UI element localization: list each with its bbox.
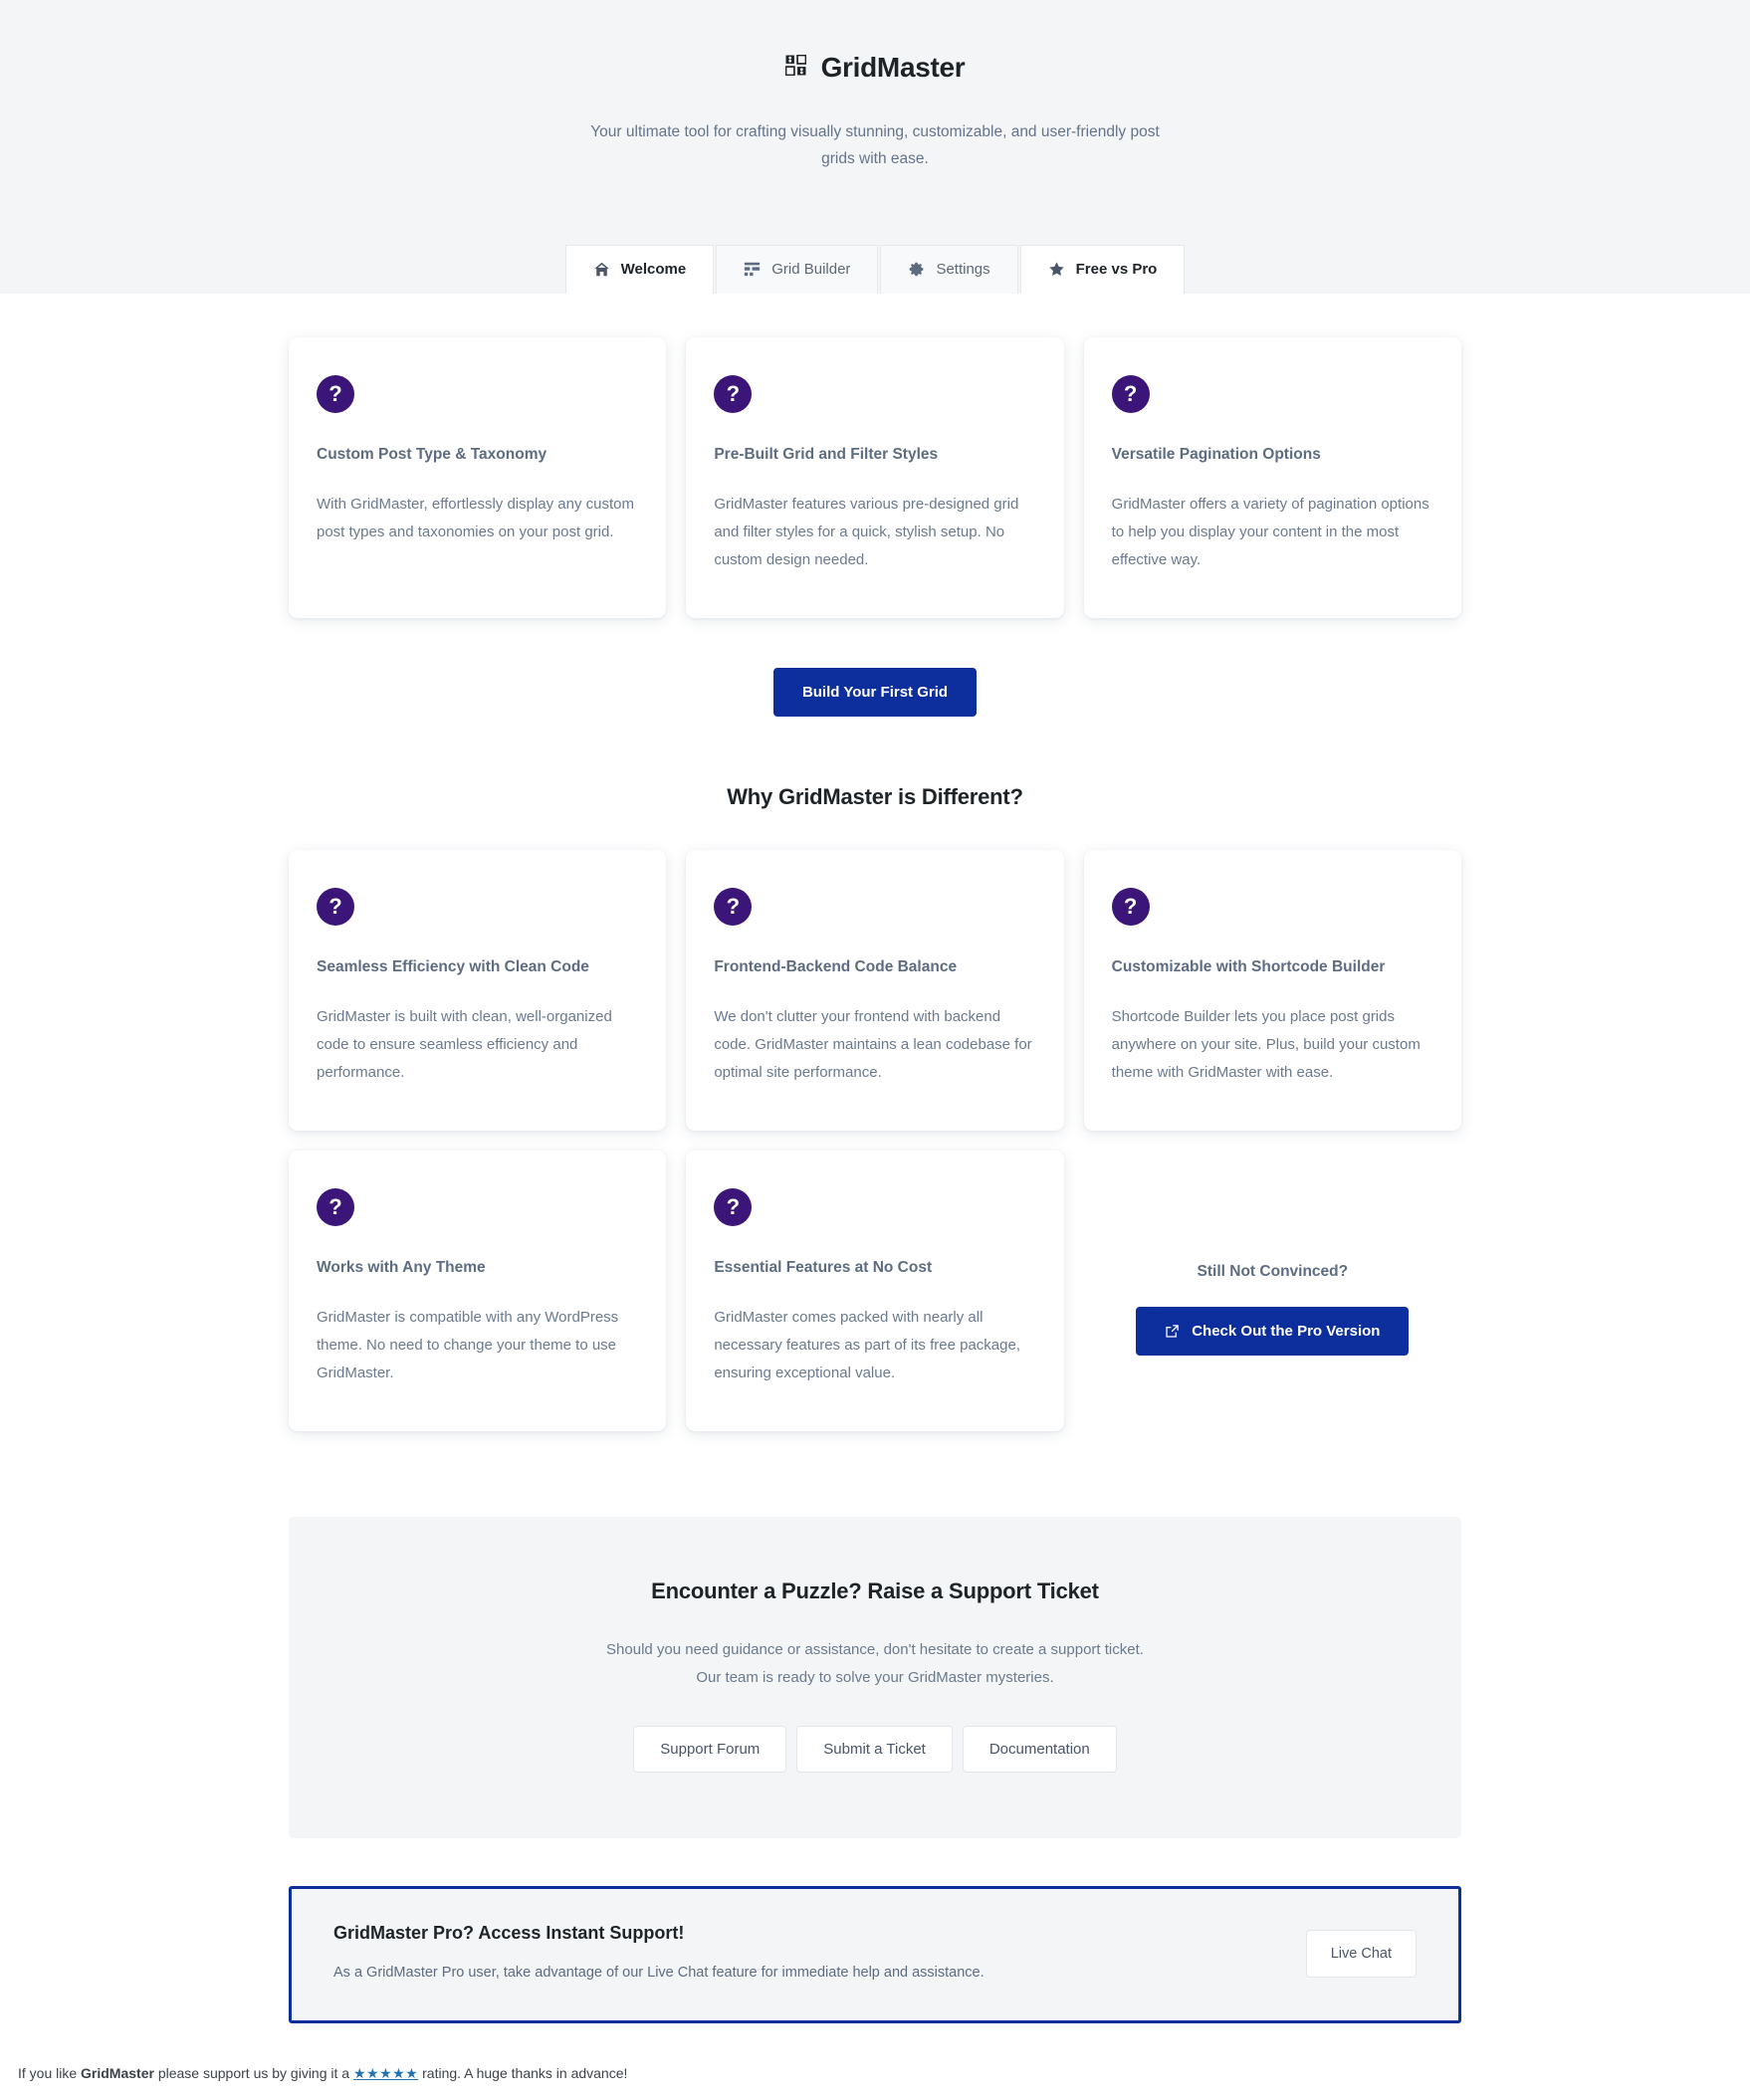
pro-banner-copy: GridMaster Pro? Access Instant Support! … bbox=[333, 1923, 984, 1985]
feature-card-title: Frontend-Backend Code Balance bbox=[714, 958, 958, 975]
five-star-rating-link[interactable]: ★★★★★ bbox=[353, 2065, 418, 2081]
support-panel: Encounter a Puzzle? Raise a Support Tick… bbox=[289, 1517, 1461, 1838]
external-link-icon bbox=[1165, 1324, 1180, 1339]
tab-settings-label: Settings bbox=[936, 261, 990, 278]
tab-grid-builder-label: Grid Builder bbox=[771, 261, 851, 278]
feature-card-text: Shortcode Builder lets you place post gr… bbox=[1111, 1008, 1421, 1081]
feature-card-title: Essential Features at No Cost bbox=[714, 1259, 933, 1276]
brand: GridMaster bbox=[0, 52, 1750, 84]
why-section-heading: Why GridMaster is Different? bbox=[727, 784, 1023, 809]
documentation-button[interactable]: Documentation bbox=[962, 1725, 1117, 1773]
check-pro-version-button[interactable]: Check Out the Pro Version bbox=[1136, 1306, 1410, 1356]
tab-free-vs-pro[interactable]: Free vs Pro bbox=[1019, 245, 1186, 294]
why-feature-grid-row-1: ? Seamless Efficiency with Clean Code Gr… bbox=[289, 850, 1461, 1131]
feature-card: ? Versatile Pagination Options GridMaste… bbox=[1083, 337, 1461, 618]
check-pro-version-label: Check Out the Pro Version bbox=[1192, 1322, 1381, 1340]
feature-card: ? Customizable with Shortcode Builder Sh… bbox=[1083, 850, 1461, 1131]
page-tagline: Your ultimate tool for crafting visually… bbox=[590, 123, 1160, 167]
support-panel-title: Encounter a Puzzle? Raise a Support Tick… bbox=[651, 1578, 1099, 1603]
question-mark-icon: ? bbox=[714, 1188, 753, 1226]
build-first-grid-button[interactable]: Build Your First Grid bbox=[772, 668, 978, 717]
feature-card-title: Versatile Pagination Options bbox=[1111, 446, 1321, 463]
question-mark-icon: ? bbox=[714, 375, 753, 413]
feature-card-text: GridMaster is built with clean, well-org… bbox=[317, 1008, 612, 1081]
tab-settings[interactable]: Settings bbox=[880, 245, 1018, 294]
feature-card-title: Customizable with Shortcode Builder bbox=[1111, 958, 1386, 975]
feature-card-text: GridMaster comes packed with nearly all … bbox=[714, 1309, 1020, 1381]
submit-ticket-button[interactable]: Submit a Ticket bbox=[796, 1725, 953, 1773]
build-grid-cta-row: Build Your First Grid bbox=[289, 668, 1461, 717]
tab-free-vs-pro-label: Free vs Pro bbox=[1075, 261, 1158, 278]
main-content: ? Custom Post Type & Taxonomy With GridM… bbox=[0, 294, 1750, 2100]
footer-text-after: rating. A huge thanks in advance! bbox=[418, 2064, 628, 2081]
pro-banner-text: As a GridMaster Pro user, take advantage… bbox=[333, 1964, 984, 1981]
live-chat-button[interactable]: Live Chat bbox=[1305, 1929, 1417, 1978]
feature-card-title: Works with Any Theme bbox=[317, 1259, 486, 1276]
layout-icon bbox=[744, 261, 761, 278]
footer-brand: GridMaster bbox=[81, 2064, 154, 2081]
support-subtitle-line-2: Our team is ready to solve your GridMast… bbox=[696, 1668, 1054, 1686]
question-mark-icon: ? bbox=[317, 1188, 354, 1226]
feature-card: ? Frontend-Backend Code Balance We don't… bbox=[686, 850, 1064, 1131]
footer-text-mid: please support us by giving it a bbox=[153, 2064, 353, 2081]
feature-card-text: GridMaster offers a variety of paginatio… bbox=[1111, 496, 1429, 568]
support-button-row: Support Forum Submit a Ticket Documentat… bbox=[328, 1725, 1422, 1773]
top-feature-grid: ? Custom Post Type & Taxonomy With GridM… bbox=[289, 337, 1461, 618]
tab-grid-builder[interactable]: Grid Builder bbox=[716, 245, 879, 294]
feature-card-title: Pre-Built Grid and Filter Styles bbox=[714, 446, 939, 463]
feature-card: ? Pre-Built Grid and Filter Styles GridM… bbox=[686, 337, 1064, 618]
feature-card-text: We don't clutter your frontend with back… bbox=[714, 1008, 1032, 1081]
tab-welcome[interactable]: Welcome bbox=[564, 245, 715, 294]
footer-text-before: If you like bbox=[18, 2064, 82, 2081]
star-icon bbox=[1048, 261, 1065, 278]
feature-card-text: GridMaster features various pre-designed… bbox=[714, 496, 1019, 568]
gear-icon bbox=[908, 261, 925, 278]
question-mark-icon: ? bbox=[1111, 375, 1150, 413]
footer-rating-note: If you like GridMaster please support us… bbox=[0, 2065, 1750, 2100]
feature-card-text: With GridMaster, effortlessly display an… bbox=[317, 496, 634, 540]
grid-2x2-icon bbox=[784, 54, 806, 81]
question-mark-icon: ? bbox=[714, 888, 753, 926]
tab-welcome-label: Welcome bbox=[620, 261, 687, 278]
page-header: GridMaster Your ultimate tool for crafti… bbox=[0, 0, 1750, 294]
question-mark-icon: ? bbox=[1111, 888, 1150, 926]
home-icon bbox=[593, 261, 610, 278]
feature-card-title: Custom Post Type & Taxonomy bbox=[317, 446, 547, 463]
still-not-convinced-title: Still Not Convinced? bbox=[1197, 1262, 1349, 1280]
support-panel-subtitle: Should you need guidance or assistance, … bbox=[328, 1636, 1422, 1692]
feature-card: ? Custom Post Type & Taxonomy With GridM… bbox=[289, 337, 667, 618]
feature-card: ? Essential Features at No Cost GridMast… bbox=[686, 1151, 1064, 1431]
pro-live-chat-banner: GridMaster Pro? Access Instant Support! … bbox=[289, 1885, 1461, 2023]
feature-card: ? Works with Any Theme GridMaster is com… bbox=[289, 1151, 667, 1431]
why-feature-grid-row-2: ? Works with Any Theme GridMaster is com… bbox=[289, 1151, 1461, 1431]
feature-card: ? Seamless Efficiency with Clean Code Gr… bbox=[289, 850, 667, 1131]
feature-card-title: Seamless Efficiency with Clean Code bbox=[317, 958, 589, 975]
question-mark-icon: ? bbox=[317, 375, 354, 413]
page-title: GridMaster bbox=[820, 52, 966, 83]
question-mark-icon: ? bbox=[317, 888, 354, 926]
feature-card-text: GridMaster is compatible with any WordPr… bbox=[317, 1309, 619, 1381]
support-forum-button[interactable]: Support Forum bbox=[633, 1725, 787, 1773]
tab-bar: Welcome Grid Builder Settings Free vs Pr… bbox=[0, 245, 1750, 294]
still-not-convinced-block: Still Not Convinced? Check Out the Pro V… bbox=[1084, 1151, 1461, 1431]
support-subtitle-line-1: Should you need guidance or assistance, … bbox=[606, 1641, 1144, 1658]
pro-banner-title: GridMaster Pro? Access Instant Support! bbox=[333, 1922, 685, 1943]
why-feature-grids: ? Seamless Efficiency with Clean Code Gr… bbox=[289, 850, 1461, 1431]
